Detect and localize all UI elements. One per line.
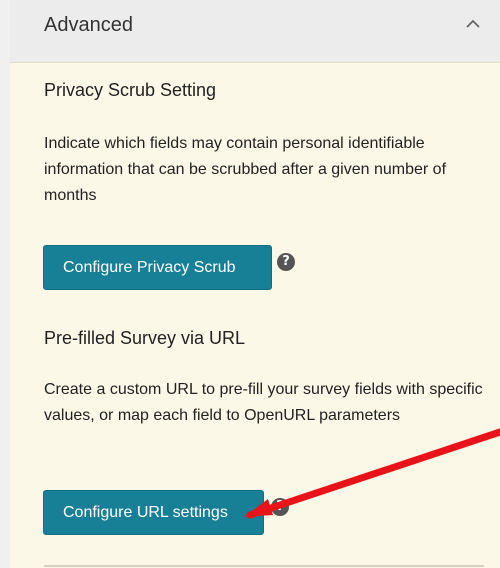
chevron-up-icon[interactable]: [463, 14, 483, 34]
advanced-accordion-header[interactable]: Advanced: [10, 0, 500, 63]
page: Advanced Privacy Scrub Setting Indicate …: [0, 0, 500, 568]
help-icon[interactable]: ?: [271, 498, 289, 516]
privacy-scrub-heading: Privacy Scrub Setting: [44, 80, 217, 100]
configure-privacy-scrub-button[interactable]: Configure Privacy Scrub: [43, 245, 272, 290]
help-icon[interactable]: ?: [277, 253, 295, 271]
divider: [44, 565, 484, 567]
prefilled-survey-heading: Pre-filled Survey via URL: [44, 328, 246, 348]
accordion-title: Advanced: [44, 14, 133, 36]
prefilled-survey-description: Create a custom URL to pre-fill your sur…: [44, 381, 483, 424]
configure-url-settings-button[interactable]: Configure URL settings: [43, 490, 264, 535]
privacy-scrub-description: Indicate which fields may contain person…: [44, 135, 447, 204]
left-gutter: [0, 0, 10, 568]
advanced-panel: Privacy Scrub Setting Indicate which fie…: [10, 63, 500, 568]
